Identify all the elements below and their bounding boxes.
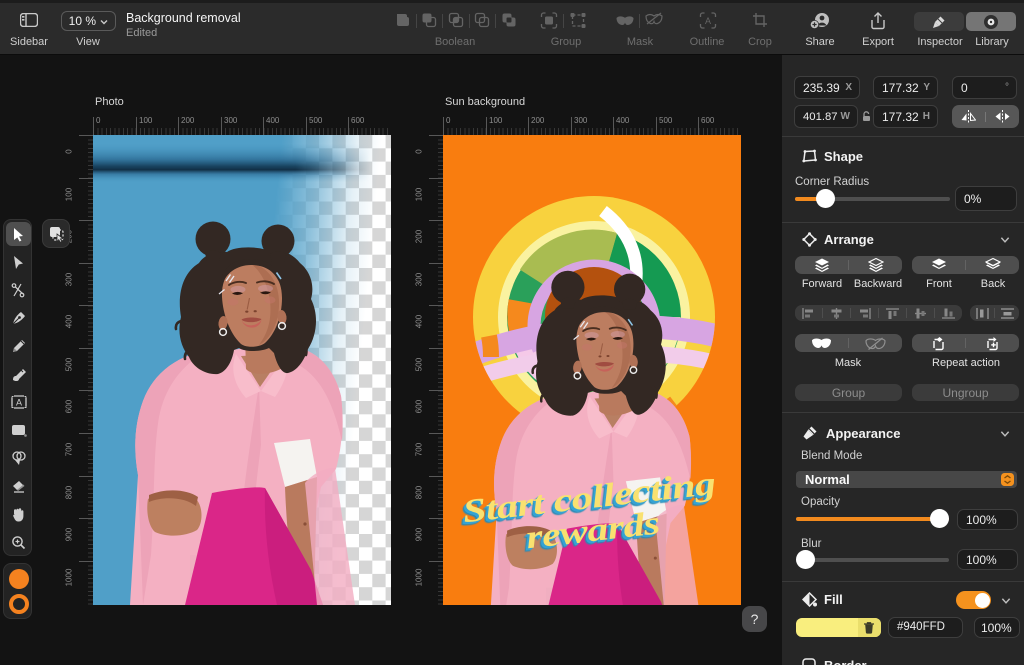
svg-text:A: A <box>705 16 711 26</box>
svg-text:A: A <box>15 398 21 408</box>
